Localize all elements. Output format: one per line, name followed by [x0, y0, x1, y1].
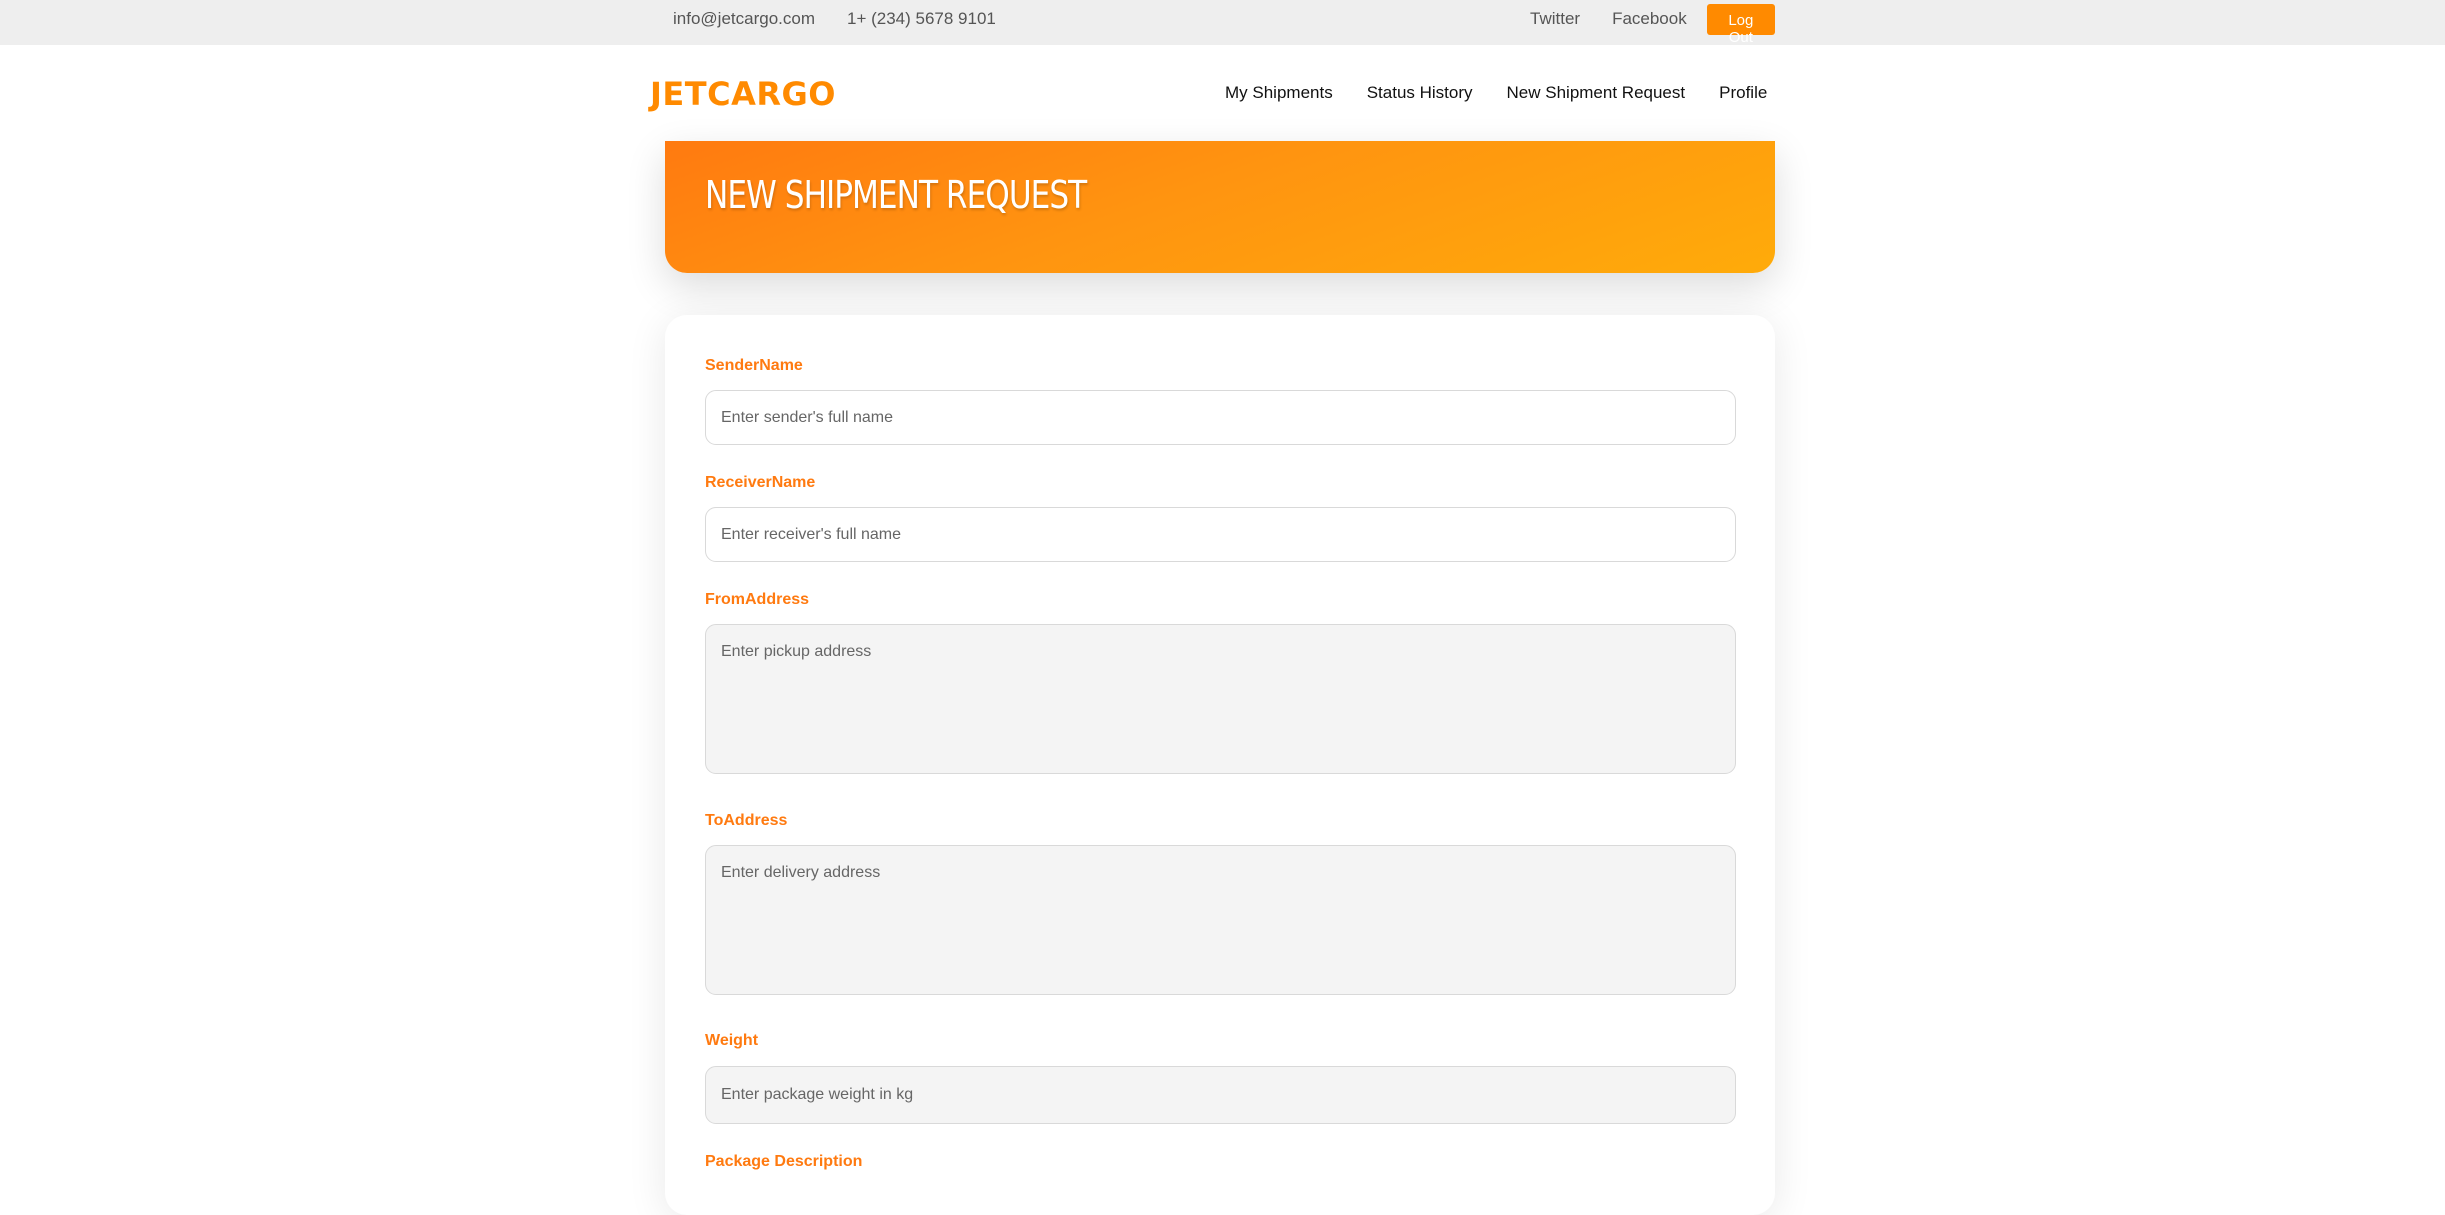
nav-item-my-shipments[interactable]: My Shipments — [1225, 83, 1333, 103]
to-address-textarea[interactable] — [705, 845, 1736, 995]
contact-email: info@jetcargo.com — [673, 9, 815, 28]
shipment-form: SenderName ReceiverName FromAddress ToAd… — [665, 315, 1775, 1215]
logout-button[interactable]: Log Out — [1706, 3, 1775, 46]
package-description-label: Package Description — [705, 1153, 863, 1170]
nav-item-profile[interactable]: Profile — [1719, 83, 1767, 103]
nav-menu: My Shipments Status History New Shipment… — [1225, 83, 1767, 103]
facebook-link[interactable]: Facebook — [1612, 9, 1687, 29]
receiver-name-input[interactable] — [705, 507, 1736, 562]
nav-item-status-history[interactable]: Status History — [1367, 83, 1473, 103]
social-links: Twitter Facebook Log Out — [1530, 0, 1775, 46]
contact-phone: 1+ (234) 5678 9101 — [847, 9, 996, 28]
top-bar: info@jetcargo.com 1+ (234) 5678 9101 Twi… — [0, 0, 2445, 46]
receiver-name-label: ReceiverName — [705, 474, 816, 491]
from-address-label: FromAddress — [705, 591, 810, 608]
page-header-banner: NEW SHIPMENT REQUEST — [665, 141, 1775, 273]
twitter-link[interactable]: Twitter — [1530, 9, 1580, 29]
to-address-label: ToAddress — [705, 812, 788, 829]
page-title: NEW SHIPMENT REQUEST — [705, 173, 1087, 217]
main-navbar: JETCARGO My Shipments Status History New… — [0, 45, 2445, 143]
sender-name-input[interactable] — [705, 390, 1736, 445]
from-address-textarea[interactable] — [705, 624, 1736, 774]
weight-label: Weight — [705, 1032, 759, 1049]
contact-info: info@jetcargo.com 1+ (234) 5678 9101 — [673, 0, 996, 38]
sender-name-label: SenderName — [705, 357, 803, 374]
nav-item-new-shipment-request[interactable]: New Shipment Request — [1507, 83, 1686, 103]
weight-input[interactable] — [705, 1066, 1736, 1124]
brand-logo[interactable]: JETCARGO — [650, 75, 836, 113]
